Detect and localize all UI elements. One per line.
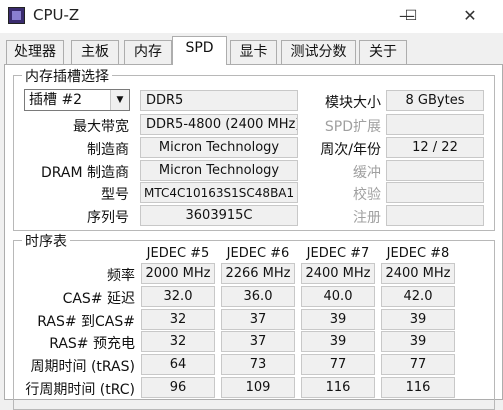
- slot-group-title: 内存插槽选择: [22, 66, 112, 86]
- serial-label: 序列号: [87, 210, 129, 226]
- timing-cell: 37: [221, 331, 295, 352]
- model-label: 型号: [101, 187, 129, 203]
- model-field: MTC4C10163S1SC48BA1: [140, 182, 298, 203]
- timing-cell: 39: [301, 309, 375, 330]
- buffer-label: 缓冲: [353, 165, 381, 181]
- tab-bench[interactable]: 测试分数: [281, 40, 356, 64]
- timing-row-label: 行周期时间 (tRC): [25, 382, 135, 398]
- dram-manufacturer-label: DRAM 制造商: [40, 165, 129, 181]
- manufacturer-field: Micron Technology: [140, 137, 298, 158]
- tab-graphics[interactable]: 显卡: [230, 40, 277, 64]
- timing-row-label: CAS# 延迟: [62, 291, 135, 307]
- timing-cell: 77: [381, 354, 455, 375]
- timing-cell: 73: [221, 354, 295, 375]
- maximize-button[interactable]: ☐: [396, 4, 426, 28]
- buffer-field: [386, 160, 484, 181]
- timing-cell: 2400 MHz: [381, 263, 455, 284]
- timing-cell: 2400 MHz: [301, 263, 375, 284]
- tab-mainboard[interactable]: 主板: [71, 40, 119, 64]
- timing-cell: 64: [141, 354, 215, 375]
- spd-panel: 内存插槽选择 插槽 #2 ▼ DDR5 模块大小 8 GBytes 最大带宽 D…: [4, 64, 503, 410]
- timing-row-label: 周期时间 (tRAS): [30, 359, 136, 375]
- timing-row-label: RAS# 到CAS#: [37, 314, 135, 330]
- slot-select-value: 插槽 #2: [29, 92, 83, 108]
- chevron-down-icon[interactable]: ▼: [110, 90, 129, 110]
- tab-memory[interactable]: 内存: [124, 40, 172, 64]
- serial-field: 3603915C: [140, 205, 298, 226]
- close-button[interactable]: ✕: [455, 4, 485, 28]
- timing-cell: 39: [381, 331, 455, 352]
- timing-row-label: 频率: [107, 268, 135, 284]
- timing-cell: 116: [301, 377, 375, 398]
- max-bandwidth-field: DDR5-4800 (2400 MHz): [140, 114, 298, 135]
- registered-label: 注册: [353, 210, 381, 226]
- tab-bar: 处理器 主板 内存 SPD 显卡 测试分数 关于: [0, 34, 503, 65]
- timing-group-title: 时序表: [22, 231, 70, 251]
- tab-spd[interactable]: SPD: [172, 36, 227, 65]
- max-bandwidth-label: 最大带宽: [73, 119, 129, 135]
- timing-cell: 109: [221, 377, 295, 398]
- title-bar: CPU-Z — ☐ ✕: [0, 0, 503, 33]
- timing-row-label: RAS# 预充电: [49, 336, 135, 352]
- tab-about[interactable]: 关于: [359, 40, 407, 64]
- week-year-field: 12 / 22: [386, 137, 484, 158]
- timing-cell: 39: [381, 309, 455, 330]
- tab-cpu[interactable]: 处理器: [6, 40, 64, 64]
- timing-cell: 37: [221, 309, 295, 330]
- timing-cell: 39: [301, 331, 375, 352]
- timing-cell: 36.0: [221, 286, 295, 307]
- dram-manufacturer-field: Micron Technology: [140, 160, 298, 181]
- module-size-field: 8 GBytes: [386, 90, 484, 111]
- registered-field: [386, 205, 484, 226]
- window-title: CPU-Z: [33, 6, 80, 24]
- spd-ext-field: [386, 114, 484, 135]
- checksum-label: 校验: [353, 187, 381, 203]
- spd-ext-label: SPD扩展: [324, 119, 381, 135]
- timing-cell: 32: [141, 309, 215, 330]
- memory-type-field: DDR5: [140, 90, 298, 111]
- timing-cell: 77: [301, 354, 375, 375]
- timing-column-header: JEDEC #7: [306, 246, 370, 261]
- timing-cell: 32: [141, 331, 215, 352]
- timing-column-header: JEDEC #8: [386, 246, 450, 261]
- timing-cell: 40.0: [301, 286, 375, 307]
- timing-cell: 2266 MHz: [221, 263, 295, 284]
- timing-column-header: JEDEC #5: [146, 246, 210, 261]
- week-year-label: 周次/年份: [320, 142, 381, 158]
- timing-column-header: JEDEC #6: [226, 246, 290, 261]
- timing-cell: 116: [381, 377, 455, 398]
- timing-cell: 42.0: [381, 286, 455, 307]
- slot-select[interactable]: 插槽 #2 ▼: [24, 89, 130, 111]
- cpuz-app-icon: [8, 7, 25, 24]
- checksum-field: [386, 182, 484, 203]
- timing-cell: 32.0: [141, 286, 215, 307]
- module-size-label: 模块大小: [325, 95, 381, 111]
- manufacturer-label: 制造商: [87, 142, 129, 158]
- timing-cell: 96: [141, 377, 215, 398]
- timing-cell: 2000 MHz: [141, 263, 215, 284]
